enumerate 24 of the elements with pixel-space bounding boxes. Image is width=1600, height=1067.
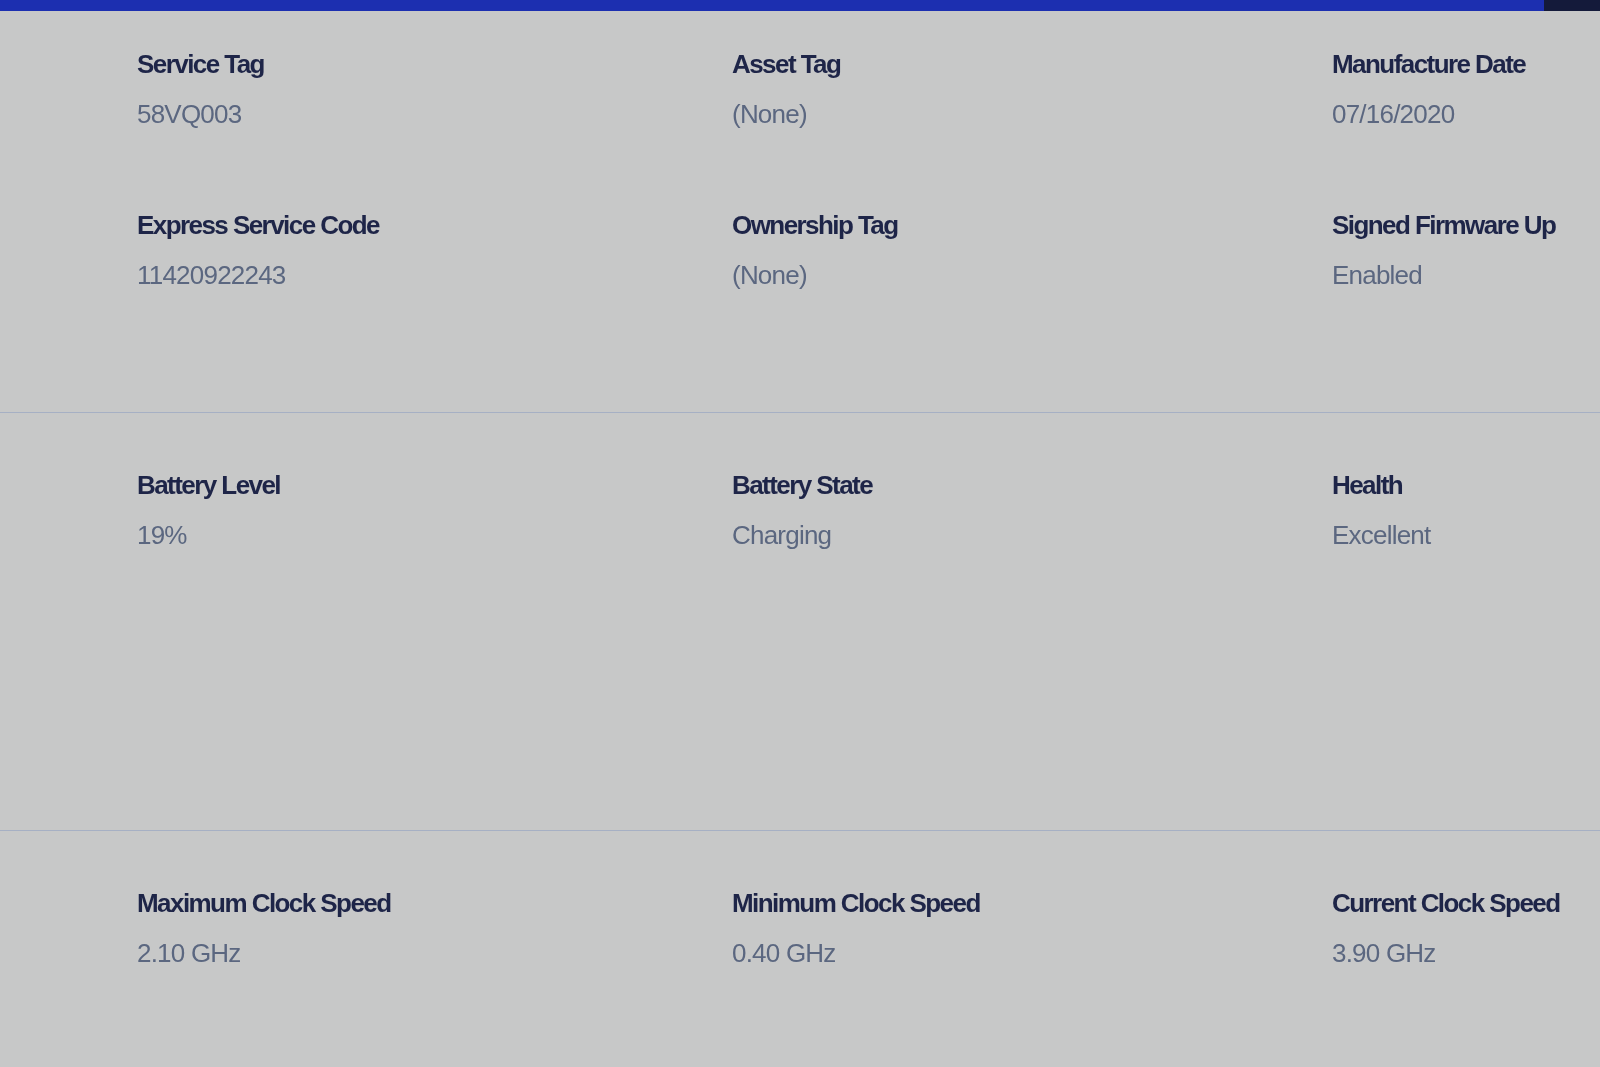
- field-value: 3.90 GHz: [1332, 938, 1436, 968]
- field-value: 2.10 GHz: [137, 938, 241, 968]
- field-value: 07/16/2020: [1332, 99, 1455, 129]
- field-value: (None): [732, 99, 807, 129]
- field-label: Express Service Code: [137, 210, 379, 240]
- field-label: Minimum Clock Speed: [732, 888, 980, 918]
- field-label: Maximum Clock Speed: [137, 888, 391, 918]
- field-label: Manufacture Date: [1332, 49, 1526, 79]
- field-value: Enabled: [1332, 260, 1422, 290]
- field-label: Battery State: [732, 470, 873, 500]
- field-value: (None): [732, 260, 807, 290]
- field-label: Health: [1332, 470, 1403, 500]
- field-label: Ownership Tag: [732, 210, 898, 240]
- field-value: 58VQ003: [137, 99, 242, 129]
- field-label: Signed Firmware Up: [1332, 210, 1556, 240]
- field-value: Charging: [732, 520, 832, 550]
- field-value: 0.40 GHz: [732, 938, 836, 968]
- field-value: 11420922243: [137, 260, 286, 290]
- field-value: 19%: [137, 520, 187, 550]
- field-label: Service Tag: [137, 49, 264, 79]
- field-label: Asset Tag: [732, 49, 841, 79]
- field-value: Excellent: [1332, 520, 1431, 550]
- field-label: Current Clock Speed: [1332, 888, 1560, 918]
- field-label: Battery Level: [137, 470, 281, 500]
